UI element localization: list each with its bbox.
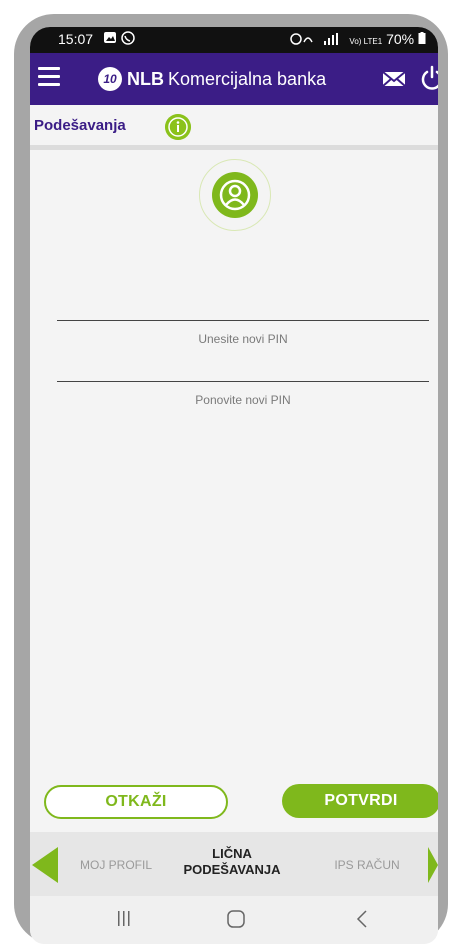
back-icon[interactable] bbox=[356, 910, 368, 928]
new-pin-label: Unesite novi PIN bbox=[198, 332, 288, 346]
tab-current-line2: PODEŠAVANJA bbox=[183, 862, 281, 877]
battery-percent: 70% bbox=[386, 31, 415, 47]
brand-bold: NLB bbox=[127, 68, 164, 89]
status-bar: 15:07 Vo) LTE1 70% bbox=[30, 27, 438, 53]
pin-form-area bbox=[30, 150, 438, 770]
tab-licna-podesavanja[interactable]: LIČNA PODEŠAVANJA bbox=[182, 846, 282, 878]
menu-icon[interactable] bbox=[38, 67, 60, 89]
phone-screen: 15:07 Vo) LTE1 70% 10 NLB Komercijalna b… bbox=[30, 27, 438, 944]
page-title: Podešavanja bbox=[34, 117, 126, 134]
network-label: Vo) LTE1 bbox=[349, 37, 383, 46]
recent-apps-icon[interactable] bbox=[116, 910, 132, 928]
info-icon[interactable] bbox=[165, 114, 191, 140]
mail-icon[interactable] bbox=[382, 69, 406, 89]
user-avatar-icon bbox=[212, 172, 258, 218]
status-right: Vo) LTE1 70% bbox=[289, 31, 426, 47]
tab-ips-racun[interactable]: IPS RAČUN bbox=[322, 858, 412, 872]
app-top-bar: 10 NLB Komercijalna banka bbox=[30, 53, 438, 105]
signal-icons bbox=[289, 33, 338, 45]
system-nav-bar bbox=[30, 896, 438, 944]
settings-tab-bar: MOJ PROFIL LIČNA PODEŠAVANJA IPS RAČUN bbox=[30, 832, 438, 896]
avatar bbox=[199, 159, 271, 231]
home-icon[interactable] bbox=[226, 910, 246, 928]
chevron-right-icon[interactable] bbox=[428, 847, 438, 883]
brand-name: Komercijalna banka bbox=[168, 68, 327, 89]
logo-mark-icon: 10 bbox=[98, 67, 122, 91]
confirm-button[interactable]: POTVRDI bbox=[282, 784, 438, 818]
power-icon[interactable] bbox=[420, 65, 438, 91]
status-time: 15:07 bbox=[58, 31, 94, 47]
cancel-button[interactable]: OTKAŽI bbox=[44, 785, 228, 819]
status-notification-icons bbox=[104, 31, 138, 48]
repeat-pin-input-line[interactable] bbox=[57, 381, 429, 382]
chevron-left-icon[interactable] bbox=[32, 847, 58, 883]
page-header: Podešavanja bbox=[30, 105, 438, 150]
battery-icon bbox=[418, 32, 426, 44]
repeat-pin-field[interactable]: Ponovite novi PIN bbox=[57, 381, 429, 407]
bank-logo: 10 NLB Komercijalna banka bbox=[98, 65, 326, 93]
repeat-pin-label: Ponovite novi PIN bbox=[195, 393, 291, 407]
tab-current-line1: LIČNA bbox=[212, 846, 252, 861]
tab-moj-profil[interactable]: MOJ PROFIL bbox=[74, 858, 158, 872]
new-pin-field[interactable]: Unesite novi PIN bbox=[57, 320, 429, 346]
new-pin-input-line[interactable] bbox=[57, 320, 429, 321]
